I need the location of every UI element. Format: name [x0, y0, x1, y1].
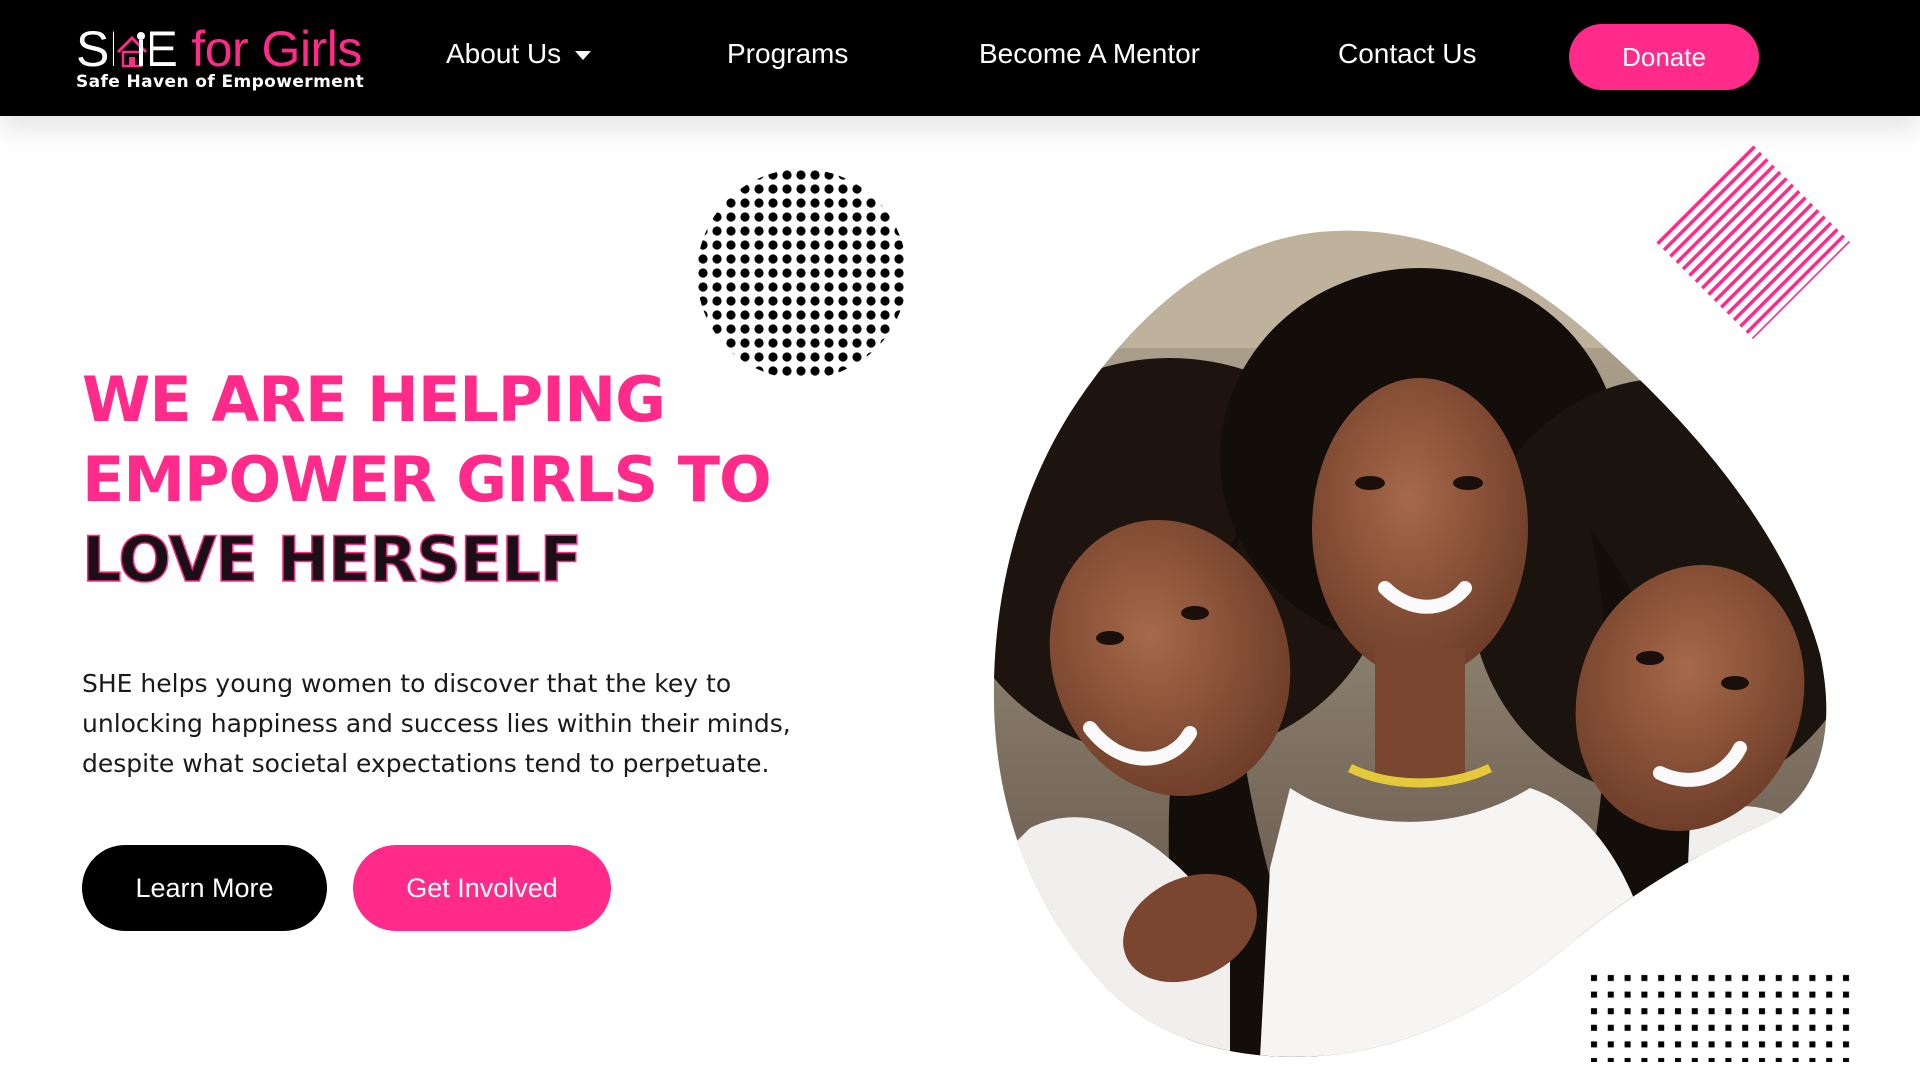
logo-for-girls-text: for Girls: [191, 21, 362, 77]
nav-about-us[interactable]: About Us: [446, 34, 592, 74]
donate-button[interactable]: Donate: [1569, 24, 1759, 90]
hero-description: SHE helps young women to discover that t…: [82, 669, 791, 778]
logo-tagline: Safe Haven of Empowerment: [76, 72, 365, 92]
top-navigation-bar: SHEfor Girls Safe Haven of Empowerment A…: [0, 0, 1920, 116]
nav-contact-us[interactable]: Contact Us: [1338, 34, 1477, 74]
nav-about-us-label: About Us: [446, 38, 562, 69]
nav-programs[interactable]: Programs: [727, 34, 848, 74]
halftone-dot-circle-decoration: [697, 169, 907, 379]
headline-line-1: WE ARE HELPING: [82, 363, 666, 436]
hero-headline: WE ARE HELPING EMPOWER GIRLS TO LOVE HER…: [81, 360, 802, 600]
get-involved-button[interactable]: Get Involved: [353, 845, 611, 931]
hero-photo-three-girls: [993, 230, 1827, 1057]
nav-become-a-mentor[interactable]: Become A Mentor: [979, 34, 1200, 74]
site-logo[interactable]: SHEfor Girls Safe Haven of Empowerment: [76, 22, 376, 98]
headline-line-2: EMPOWER GIRLS TO: [82, 443, 772, 516]
caret-down-icon: [575, 51, 592, 61]
learn-more-button[interactable]: Learn More: [82, 845, 327, 931]
headline-line-3: LOVE HERSELF: [81, 522, 583, 597]
house-icon: [114, 30, 150, 70]
